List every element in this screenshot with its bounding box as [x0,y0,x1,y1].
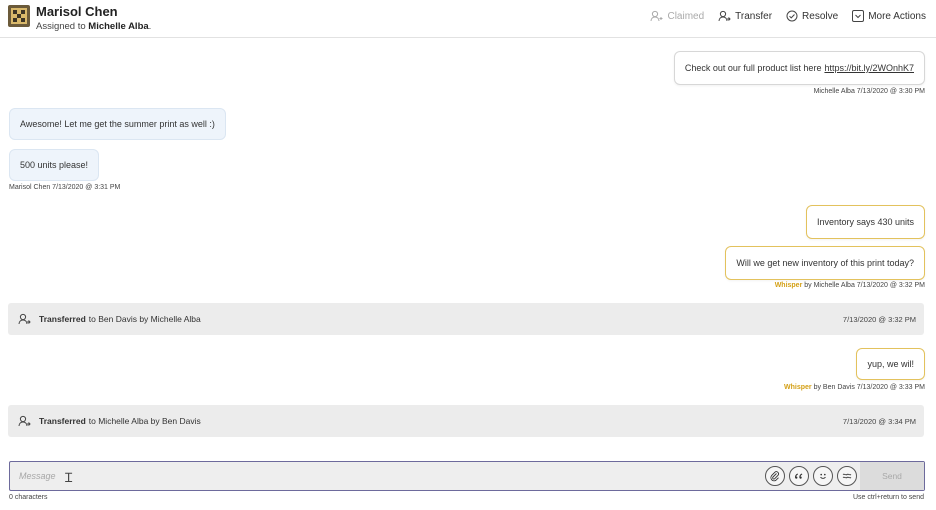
quote-icon[interactable] [789,466,809,486]
character-count: 0 characters [9,494,48,501]
meta-text: by Michelle Alba 7/13/2020 @ 3:32 PM [804,282,925,289]
transfer-detail: to Ben Davis by Michelle Alba [88,314,201,324]
whisper-message: Will we get new inventory of this print … [725,246,925,280]
emoji-icon[interactable] [813,466,833,486]
message-input[interactable] [10,462,760,490]
transfer-time: 7/13/2020 @ 3:32 PM [842,314,916,324]
message-meta: Whisper by Michelle Alba 7/13/2020 @ 3:3… [775,282,925,289]
assigned-prefix: Assigned to [36,21,86,32]
message-text: yup, we wil! [867,359,914,369]
composer-tools [765,466,857,486]
whisper-message: yup, we wil! [856,348,925,380]
transfer-event: Transferred to Michelle Alba by Ben Davi… [8,405,924,437]
conversation-header: Marisol Chen Assigned to Michelle Alba. … [0,0,936,38]
paperclip-icon[interactable] [765,466,785,486]
message-text: Awesome! Let me get the summer print as … [20,119,215,129]
message-text: 500 units please! [20,160,89,170]
transfer-button[interactable]: Transfer [718,10,772,22]
more-actions-button[interactable]: More Actions [852,10,926,22]
meta-text: by Ben Davis 7/13/2020 @ 3:33 PM [813,384,925,391]
assigned-agent: Michelle Alba [88,21,149,32]
more-actions-label: More Actions [868,10,926,22]
message-text: Check out our full product list here [684,63,822,73]
wave-icon[interactable] [837,466,857,486]
transfer-icon [18,313,31,325]
message-composer: Ɪ Send [9,461,925,491]
assigned-line: Assigned to Michelle Alba. [36,21,151,32]
claim-person-icon [650,10,663,22]
resolve-button[interactable]: Resolve [786,10,838,22]
transfer-icon [18,415,31,427]
whisper-label: Whisper [774,282,803,289]
header-actions: Claimed Transfer Resolve More Actions [650,10,926,22]
resolve-label: Resolve [802,10,839,22]
whisper-label: Whisper [784,384,812,391]
transfer-label: Transferred [39,416,86,426]
claimed-button[interactable]: Claimed [650,10,704,22]
message-meta: Marisol Chen 7/13/2020 @ 3:31 PM [9,184,121,191]
message-text: Inventory says 430 units [816,217,914,227]
contact-name: Marisol Chen [36,4,118,19]
logo-icon [11,8,27,24]
customer-message: Awesome! Let me get the summer print as … [9,108,226,140]
transfer-icon [718,10,731,22]
text-cursor-icon: Ɪ [65,471,73,486]
message-text: Will we get new inventory of this print … [736,258,914,268]
message-feed[interactable]: Check out our full product list here htt… [0,38,936,458]
whisper-message: Inventory says 430 units [805,205,925,239]
send-hint: Use ctrl+return to send [852,494,924,501]
transfer-event: Transferred to Ben Davis by Michelle Alb… [8,303,924,335]
chevron-down-box-icon [852,10,865,22]
avatar [8,5,30,27]
product-list-link[interactable]: https://bit.ly/2WOnhK7 [824,63,914,73]
message-meta: Whisper by Ben Davis 7/13/2020 @ 3:33 PM [784,384,925,391]
send-button[interactable]: Send [860,462,924,490]
transfer-label: Transfer [735,10,773,22]
check-circle-icon [786,10,798,22]
claimed-label: Claimed [667,10,705,22]
assigned-suffix: . [148,21,152,32]
transfer-time: 7/13/2020 @ 3:34 PM [842,416,916,426]
transfer-label: Transferred [39,314,86,324]
customer-message: 500 units please! [9,149,100,181]
message-meta: Michelle Alba 7/13/2020 @ 3:30 PM [813,88,925,95]
transfer-detail: to Michelle Alba by Ben Davis [88,416,201,426]
agent-message: Check out our full product list here htt… [673,51,925,85]
